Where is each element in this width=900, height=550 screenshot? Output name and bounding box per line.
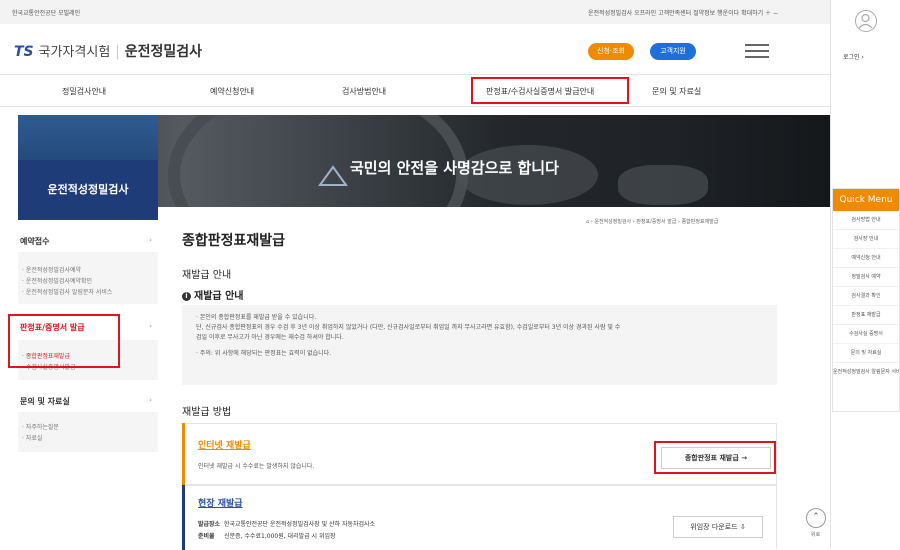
sidebar-section-label: 예약접수 [20,237,49,246]
quick-item[interactable]: 정밀검사 예약 [833,268,899,287]
sidebar-title: 운전적성정밀검사 [18,160,158,220]
utility-links[interactable]: 운전적성정밀검사 오프라인 고객만족센터 절약정보 행운이다 확대하기 ＋ − [588,8,778,17]
chevron-right-icon: › [149,396,152,404]
section-heading-reissue-info: 재발급 안내 [182,266,231,281]
quick-item[interactable]: 운전적성정밀검사 알림문자 서비스 [833,363,899,382]
sidebar-submenu [18,412,158,452]
sidebar-section-faq[interactable]: 문의 및 자료실 › [18,396,158,407]
sidebar-item-reserve-check[interactable]: · 운전적성정밀검사예약확인 [22,276,92,285]
page-title: 종합판정표재발급 [182,230,285,250]
login-link[interactable]: 로그인 › [843,52,864,61]
notice-line: · 주의: 위 사항에 해당되는 판정표는 효력이 없습니다. [196,349,763,359]
row-label: 발급장소 [198,521,220,528]
highlight-box-button [654,441,776,474]
quick-item[interactable]: 수검사실 증명서 [833,325,899,344]
logo-ts: TS [14,44,34,60]
card-accent-bar [182,423,185,485]
menu-icon[interactable] [745,44,769,58]
row-value: 한국교통안전공단 운전적성정밀검사장 및 산하 자동차검사소 [224,521,375,528]
user-icon[interactable] [855,10,877,32]
onsite-reissue-title: 현장 재발급 [198,496,243,509]
triangle-logo-icon [318,165,348,187]
quick-menu-title: Quick Menu [833,189,899,211]
sidebar-item-sms[interactable]: · 운전적성정밀검사 알림문자 서비스 [22,287,112,296]
notice-line: · 본인의 종합판정표를 재발급 받을 수 있습니다. [196,313,763,323]
logo-gukga: 국가자격시험 [39,45,111,60]
card-accent-bar [182,485,185,550]
quick-item[interactable]: 검사방법 안내 [833,211,899,230]
customer-support-button[interactable]: 고객지원 [650,43,696,60]
online-reissue-title: 인터넷 재발급 [198,438,251,451]
quick-item[interactable]: 검사결과 확인 [833,287,899,306]
chevron-right-icon: › [149,236,152,244]
logo-separator: | [115,44,120,60]
highlight-box-sidebar [8,314,120,368]
row-value: 신분증, 수수료1,000원, 대리발급 시 위임장 [224,533,335,540]
quick-item[interactable]: 문의 및 자료실 [833,344,899,363]
utility-left-text: 한국교통안전공단 모빌레인 [12,8,80,17]
highlight-box-gnb [471,77,629,104]
onsite-reissue-card: 현장 재발급 발급장소 한국교통안전공단 운전적성정밀검사장 및 산하 자동차검… [182,485,777,549]
proxy-download-button[interactable]: 위임장 다운로드 ⇩ [673,516,763,538]
sidebar-section-label: 문의 및 자료실 [20,397,70,406]
banner-headline: 국민의 안전을 사명감으로 합니다 [350,157,559,178]
scroll-top-label: 위로 [811,531,820,538]
logo-main: 운전정밀검사 [125,44,202,60]
hand-graphic-2 [618,165,708,205]
subsection-heading-reissue-info: i재발급 안내 [182,287,243,302]
quick-menu: Quick Menu 검사방법 안내 검사장 안내 예약신청 안내 정밀검사 예… [832,188,900,412]
quick-item[interactable]: 예약신청 안내 [833,249,899,268]
onsite-row-items: 준비물 신분증, 수수료1,000원, 대리발급 시 위임장 [198,531,336,540]
gnb-item-method[interactable]: 검사방법안내 [342,86,386,97]
quick-item[interactable]: 검사장 안내 [833,230,899,249]
notice-box: · 본인의 종합판정표를 재발급 받을 수 있습니다. 단, 신규검사 종합판정… [182,305,777,385]
section-heading-method: 재발급 방법 [182,403,231,418]
sidebar-item-faq[interactable]: · 자주하는질문 [22,422,59,431]
quick-item[interactable]: 판정표 재발급 [833,306,899,325]
scroll-top-icon[interactable]: ⌃ [806,508,826,528]
row-label: 준비물 [198,533,215,540]
subsection-heading-text: 재발급 안내 [194,291,243,302]
sidebar-item-reserve[interactable]: · 운전적성정밀검사예약 [22,265,81,274]
online-reissue-desc: 인터넷 재발급 시 수수료는 발생하지 않습니다. [198,461,314,470]
info-icon: i [182,292,191,301]
gnb-item-guide[interactable]: 정밀검사안내 [62,86,106,97]
notice-line: 검일 이후로 무사고가 아닌 경우에는 재수검 하셔야 합니다. [196,333,763,343]
signup-button[interactable]: 신청·조회 [588,43,634,60]
login-label: 로그인 [843,54,860,61]
notice-line: 단, 신규검사 종합판정표의 경우 수검 후 3년 이상 취업하지 않았거나 (… [196,323,763,333]
breadcrumb[interactable]: ⌂ › 운전적성정밀검사 › 판정표/증명서 발급 › 종합판정표재발급 [586,218,718,225]
gnb-item-faq[interactable]: 문의 및 자료실 [652,86,701,97]
sidebar-section-reservation[interactable]: 예약접수 › [18,236,158,247]
sidebar-item-archive[interactable]: · 자료실 [22,433,42,442]
site-logo[interactable]: TS 국가자격시험 | 운전정밀검사 [14,41,202,61]
chevron-right-icon: › [149,322,152,330]
global-nav: 정밀검사안내 예약신청안내 검사방법안내 판정표/수검사실증명서 발급안내 문의… [0,74,830,107]
gnb-item-reservation[interactable]: 예약신청안내 [210,86,254,97]
onsite-row-place: 발급장소 한국교통안전공단 운전적성정밀검사장 및 산하 자동차검사소 [198,519,375,528]
utility-bar: 한국교통안전공단 모빌레인 운전적성정밀검사 오프라인 고객만족센터 절약정보 … [0,0,830,24]
